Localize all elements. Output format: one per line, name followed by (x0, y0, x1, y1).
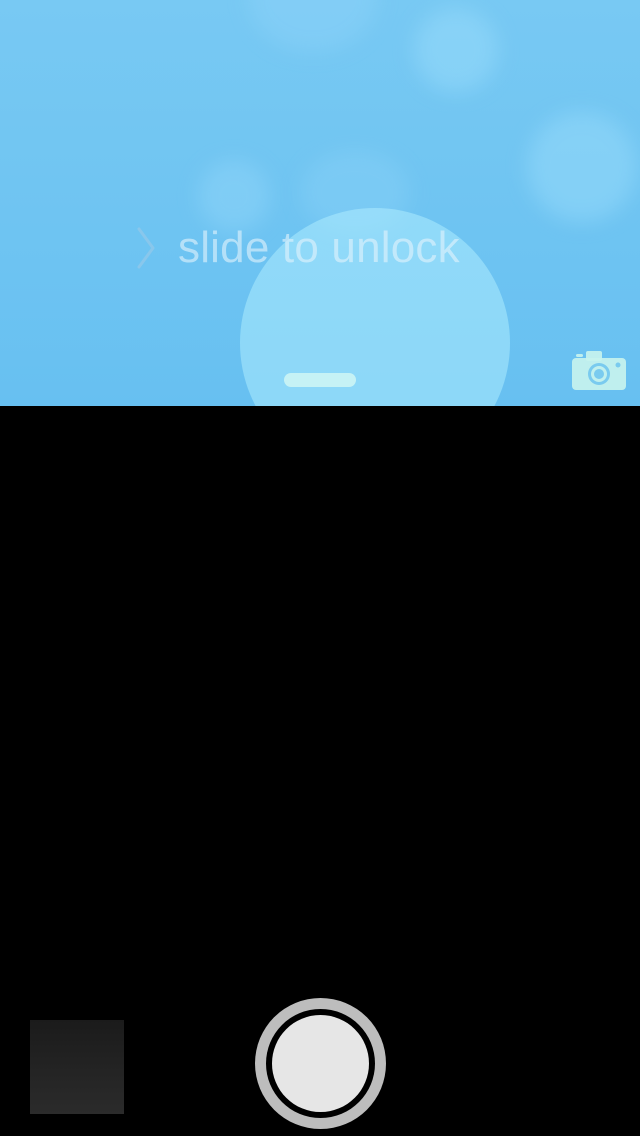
background-bokeh (527, 112, 637, 222)
camera-icon[interactable] (570, 348, 628, 394)
photo-thumbnail[interactable] (30, 1020, 124, 1114)
iphone-screen: slide to unlock (0, 0, 640, 1136)
shutter-core (272, 1015, 369, 1112)
chevron-right-icon (132, 221, 162, 275)
slide-to-unlock-label: slide to unlock (178, 223, 460, 272)
background-bokeh (248, 0, 378, 52)
lockscreen-grabber[interactable] (284, 373, 356, 387)
shutter-button[interactable] (255, 998, 386, 1129)
lockscreen-panel[interactable]: slide to unlock (0, 0, 640, 406)
shutter-ring (266, 1009, 375, 1118)
background-bokeh (414, 8, 498, 92)
slide-to-unlock-control[interactable]: slide to unlock (132, 218, 460, 278)
